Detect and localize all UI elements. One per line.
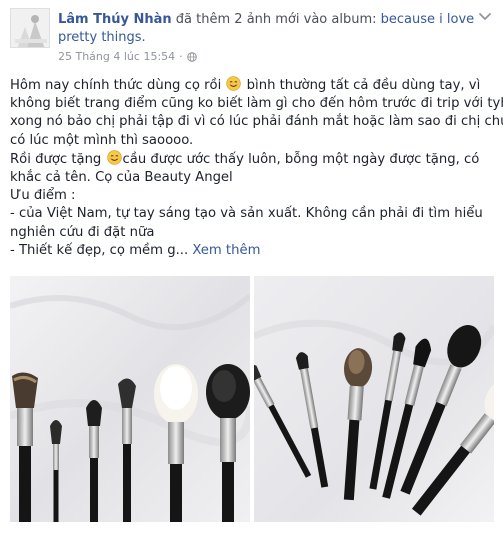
post-text-segment: xong nó bảo chị phải tập đi vì có lúc ph… bbox=[10, 114, 503, 130]
post-text-segment: - Thiết kế đẹp, cọ mềm g... bbox=[10, 242, 193, 258]
post-card: Lâm Thúy Nhàn đã thêm 2 ảnh mới vào albu… bbox=[0, 0, 503, 533]
post-text-segment: Hôm nay chính thức dùng cọ rồi bbox=[10, 78, 226, 93]
post-line: - Thiết kế đẹp, cọ mềm g... Xem thêm bbox=[10, 242, 496, 260]
post-line: nghiên cứu đi đặt nữa bbox=[10, 224, 496, 242]
post-text-segment: khắc cả tên. Cọ của Beauty Angel bbox=[10, 170, 233, 186]
globe-icon[interactable] bbox=[186, 51, 197, 62]
post-text-segment: có lúc một mình thì saoooo. bbox=[10, 132, 194, 148]
post-line: Ưu điểm : bbox=[10, 187, 496, 205]
timestamp[interactable]: 25 Tháng 4 lúc 15:54 bbox=[58, 50, 175, 63]
post-text-segment: Rồi được tặng bbox=[10, 151, 106, 167]
photo-image bbox=[10, 276, 250, 522]
post-text-segment: không biết trang điểm cũng ko biết làm g… bbox=[10, 96, 503, 112]
author-name[interactable]: Lâm Thúy Nhàn bbox=[58, 12, 172, 27]
avatar-image bbox=[11, 9, 49, 47]
post-line: Hôm nay chính thức dùng cọ rồi bình thườ… bbox=[10, 76, 496, 95]
post-line: Rồi được tặng cầu được ước thấy luôn, bỗ… bbox=[10, 150, 496, 169]
post-line: không biết trang điểm cũng ko biết làm g… bbox=[10, 95, 503, 113]
action-text: đã thêm 2 ảnh mới vào album: bbox=[171, 12, 381, 27]
post-text-segment: nghiên cứu đi đặt nữa bbox=[10, 224, 155, 240]
photo-brushes-1[interactable] bbox=[10, 276, 250, 522]
smiling-face-icon bbox=[106, 150, 122, 165]
post-line: - của Việt Nam, tự tay sáng tạo và sản x… bbox=[10, 205, 496, 223]
post-meta: 25 Tháng 4 lúc 15:54 · bbox=[58, 50, 197, 63]
post-text-segment: cầu được ước thấy luôn, bỗng một ngày đư… bbox=[122, 151, 480, 167]
photo-image bbox=[254, 276, 494, 522]
see-more-link[interactable]: Xem thêm bbox=[192, 243, 260, 258]
author-avatar[interactable] bbox=[10, 8, 50, 48]
post-header: Lâm Thúy Nhàn đã thêm 2 ảnh mới vào albu… bbox=[58, 11, 488, 47]
chevron-down-icon[interactable] bbox=[477, 8, 493, 24]
photo-brushes-2[interactable] bbox=[254, 276, 494, 522]
post-text-segment: Ưu điểm : bbox=[10, 188, 76, 204]
post-line: có lúc một mình thì saoooo. bbox=[10, 132, 496, 150]
post-text-segment: bình thường tất cả đều dùng tay, vì bbox=[242, 78, 481, 93]
smiling-face-icon bbox=[226, 76, 242, 91]
post-text-segment: - của Việt Nam, tự tay sáng tạo và sản x… bbox=[10, 206, 483, 222]
post-line: khắc cả tên. Cọ của Beauty Angel bbox=[10, 169, 496, 187]
meta-separator: · bbox=[179, 50, 183, 63]
post-text: Hôm nay chính thức dùng cọ rồi bình thườ… bbox=[10, 76, 503, 260]
post-line: xong nó bảo chị phải tập đi vì có lúc ph… bbox=[10, 113, 503, 131]
